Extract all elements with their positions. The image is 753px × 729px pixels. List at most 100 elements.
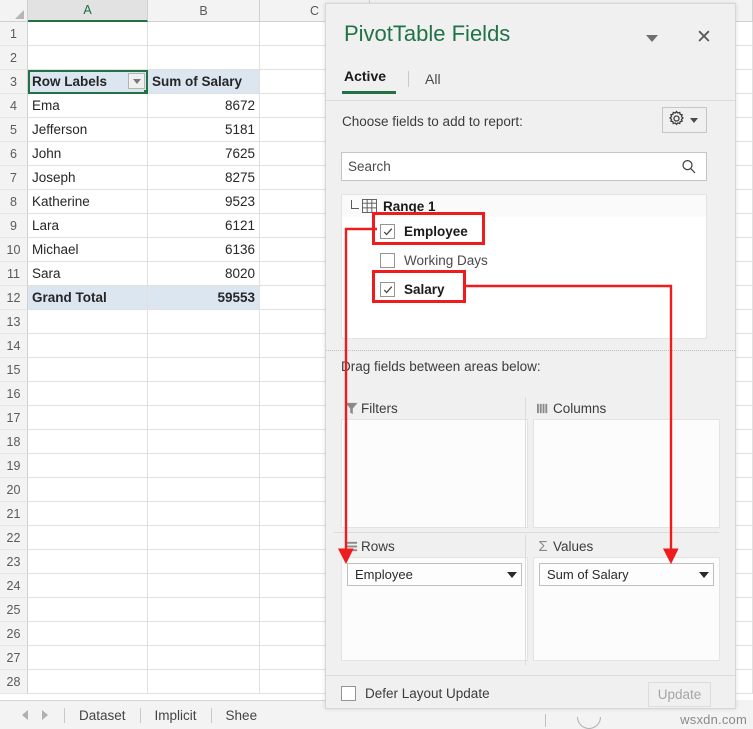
checkbox-salary[interactable] <box>380 282 395 297</box>
close-icon[interactable]: ✕ <box>691 24 717 50</box>
area-filters[interactable]: Filters <box>341 397 528 528</box>
chevron-down-icon[interactable] <box>699 571 709 578</box>
tab-all[interactable]: All <box>423 67 451 94</box>
cell-B3[interactable]: Sum of Salary <box>148 70 260 94</box>
cell-A2[interactable] <box>28 46 148 70</box>
defer-layout-update-row[interactable]: Defer Layout Update <box>341 686 490 701</box>
cell-A26[interactable] <box>28 622 148 646</box>
row-header-25[interactable]: 25 <box>0 598 28 622</box>
cell-B24[interactable] <box>148 574 260 598</box>
cell-B15[interactable] <box>148 358 260 382</box>
search-icon[interactable] <box>680 158 706 176</box>
cell-B28[interactable] <box>148 670 260 694</box>
row-header-10[interactable]: 10 <box>0 238 28 262</box>
row-header-12[interactable]: 12 <box>0 286 28 310</box>
cell-B14[interactable] <box>148 334 260 358</box>
row-header-26[interactable]: 26 <box>0 622 28 646</box>
cell-A11[interactable]: Sara <box>28 262 148 286</box>
cell-B22[interactable] <box>148 526 260 550</box>
area-values[interactable]: Σ Values Sum of Salary <box>533 535 720 661</box>
cell-B13[interactable] <box>148 310 260 334</box>
cell-A23[interactable] <box>28 550 148 574</box>
row-header-28[interactable]: 28 <box>0 670 28 694</box>
panel-tabs[interactable]: Active All <box>342 64 451 94</box>
cell-B4[interactable]: 8672 <box>148 94 260 118</box>
cell-B18[interactable] <box>148 430 260 454</box>
field-chip-employee[interactable]: Employee <box>347 563 522 586</box>
cell-B20[interactable] <box>148 478 260 502</box>
area-columns[interactable]: Columns <box>533 397 720 528</box>
cell-A10[interactable]: Michael <box>28 238 148 262</box>
checkbox-working-days[interactable] <box>380 253 395 268</box>
row-header-18[interactable]: 18 <box>0 430 28 454</box>
chevron-down-icon[interactable] <box>639 25 665 51</box>
collapse-icon[interactable] <box>348 200 360 212</box>
cell-A18[interactable] <box>28 430 148 454</box>
row-labels-filter-button[interactable] <box>128 73 145 89</box>
area-rows[interactable]: Rows Employee <box>341 535 528 661</box>
row-header-16[interactable]: 16 <box>0 382 28 406</box>
row-header-20[interactable]: 20 <box>0 478 28 502</box>
field-item-working-days[interactable]: Working Days <box>342 246 706 275</box>
update-button[interactable]: Update <box>648 682 711 707</box>
cell-B17[interactable] <box>148 406 260 430</box>
tab-active[interactable]: Active <box>342 64 397 94</box>
cell-A7[interactable]: Joseph <box>28 166 148 190</box>
row-header-22[interactable]: 22 <box>0 526 28 550</box>
row-header-3[interactable]: 3 <box>0 70 28 94</box>
row-header-2[interactable]: 2 <box>0 46 28 70</box>
row-header-4[interactable]: 4 <box>0 94 28 118</box>
cell-B12[interactable]: 59553 <box>148 286 260 310</box>
cell-A22[interactable] <box>28 526 148 550</box>
cell-B10[interactable]: 6136 <box>148 238 260 262</box>
row-header-19[interactable]: 19 <box>0 454 28 478</box>
cell-A19[interactable] <box>28 454 148 478</box>
cell-A1[interactable] <box>28 22 148 46</box>
cell-B1[interactable] <box>148 22 260 46</box>
cell-B19[interactable] <box>148 454 260 478</box>
field-list[interactable]: Range 1 Employee Working Days Salary <box>341 194 707 339</box>
search-input[interactable] <box>342 153 680 180</box>
cell-B9[interactable]: 6121 <box>148 214 260 238</box>
cell-B7[interactable]: 8275 <box>148 166 260 190</box>
cell-B27[interactable] <box>148 646 260 670</box>
field-list-tools-button[interactable] <box>662 107 707 133</box>
fill-handle[interactable] <box>144 90 147 93</box>
row-header-1[interactable]: 1 <box>0 22 28 46</box>
cell-A20[interactable] <box>28 478 148 502</box>
sheet-tab-implicit[interactable]: Implicit <box>143 701 209 729</box>
cell-B11[interactable]: 8020 <box>148 262 260 286</box>
checkbox-employee[interactable] <box>380 224 395 239</box>
area-values-dropzone[interactable]: Sum of Salary <box>533 557 720 661</box>
cell-A27[interactable] <box>28 646 148 670</box>
row-header-13[interactable]: 13 <box>0 310 28 334</box>
area-columns-dropzone[interactable] <box>533 419 720 528</box>
row-header-7[interactable]: 7 <box>0 166 28 190</box>
cell-A28[interactable] <box>28 670 148 694</box>
prev-sheet-icon[interactable] <box>22 710 28 720</box>
field-search-box[interactable] <box>341 152 707 181</box>
row-header-15[interactable]: 15 <box>0 358 28 382</box>
chevron-down-icon[interactable] <box>507 571 517 578</box>
row-header-11[interactable]: 11 <box>0 262 28 286</box>
cell-B26[interactable] <box>148 622 260 646</box>
cell-A17[interactable] <box>28 406 148 430</box>
field-chip-sum-of-salary[interactable]: Sum of Salary <box>539 563 714 586</box>
sheet-nav-arrows[interactable] <box>0 710 62 720</box>
cell-B21[interactable] <box>148 502 260 526</box>
sheet-tab-sheet[interactable]: Shee <box>214 701 270 729</box>
pivottable-fields-panel[interactable]: PivotTable Fields ✕ Active All Choose fi… <box>325 3 736 709</box>
cell-B25[interactable] <box>148 598 260 622</box>
cell-A6[interactable]: John <box>28 142 148 166</box>
field-item-salary[interactable]: Salary <box>342 275 706 304</box>
cell-A21[interactable] <box>28 502 148 526</box>
cell-A14[interactable] <box>28 334 148 358</box>
cell-A4[interactable]: Ema <box>28 94 148 118</box>
cell-A8[interactable]: Katherine <box>28 190 148 214</box>
row-header-6[interactable]: 6 <box>0 142 28 166</box>
cell-A16[interactable] <box>28 382 148 406</box>
row-header-8[interactable]: 8 <box>0 190 28 214</box>
field-item-employee[interactable]: Employee <box>342 217 706 246</box>
cell-A12[interactable]: Grand Total <box>28 286 148 310</box>
row-header-9[interactable]: 9 <box>0 214 28 238</box>
